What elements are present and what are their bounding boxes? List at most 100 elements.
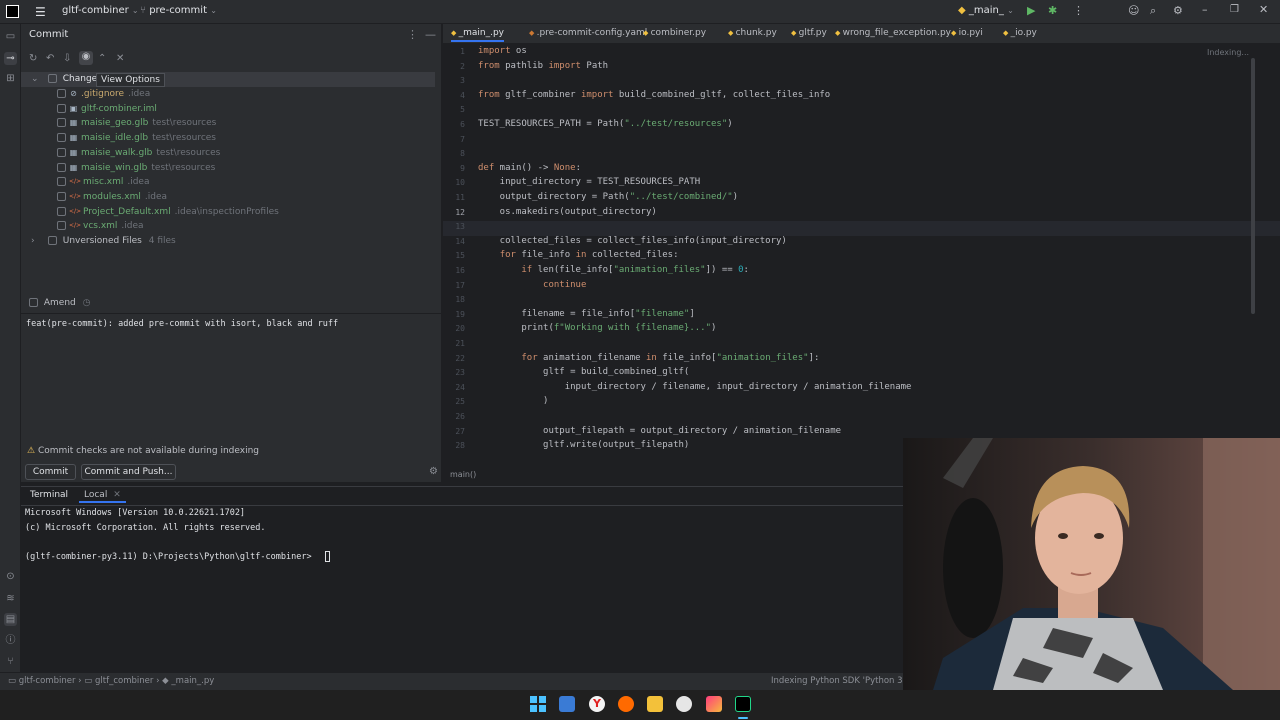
file-checkbox[interactable] (57, 191, 66, 201)
commit-options-gear-icon[interactable]: ⚙ (429, 466, 438, 477)
more-actions-icon[interactable]: ⋮ (1073, 4, 1084, 17)
changed-file-row[interactable]: ▣ gltf-combiner.iml (57, 102, 161, 117)
editor-scrollbar[interactable] (1251, 58, 1255, 314)
close-icon[interactable]: ✕ (113, 490, 121, 500)
file-explorer-icon[interactable] (647, 696, 663, 712)
file-checkbox[interactable] (57, 133, 66, 143)
line-number: 7 (460, 134, 465, 144)
crumb-file[interactable]: _main_.py (171, 676, 214, 686)
file-name: maisie_geo.glb (81, 118, 149, 129)
terminal-output[interactable]: Microsoft Windows [Version 10.0.22621.17… (25, 508, 895, 566)
settings-icon[interactable]: ⚙ (1173, 4, 1183, 17)
desktop-icon[interactable] (559, 696, 575, 712)
commit-message-input[interactable]: feat(pre-commit): added pre-commit with … (26, 319, 434, 439)
editor-tab[interactable]: ◆ combiner.py (643, 28, 706, 38)
amend-checkbox[interactable] (29, 298, 38, 307)
view-options-icon[interactable]: ◉ (79, 51, 93, 65)
file-directory: .idea (121, 221, 144, 232)
file-checkbox[interactable] (57, 118, 66, 128)
history-icon[interactable]: ◷ (83, 298, 91, 308)
rollback-icon[interactable]: ↶ (46, 53, 54, 64)
jetbrains-toolbox-icon[interactable] (706, 696, 722, 712)
file-checkbox[interactable] (57, 103, 66, 113)
file-checkbox[interactable] (57, 147, 66, 157)
changed-file-row[interactable]: </> Project_Default.xml .idea\inspectionPr… (57, 205, 279, 220)
changed-file-row[interactable]: ▦ maisie_win.glb test\resources (57, 161, 215, 176)
maximize-icon[interactable]: ❐ (1230, 4, 1239, 15)
changed-file-row[interactable]: ▦ maisie_idle.glb test\resources (57, 131, 216, 146)
commit-and-push-button[interactable]: Commit and Push... (81, 464, 176, 480)
changed-file-row[interactable]: </> modules.xml .idea (57, 190, 167, 205)
changes-group-row[interactable]: ⌄ Changes (21, 72, 435, 87)
project-tool-icon[interactable]: ▭ (4, 30, 17, 43)
hide-panel-icon[interactable]: — (425, 28, 436, 41)
file-directory: test\resources (151, 162, 216, 173)
file-checkbox[interactable] (57, 162, 66, 172)
refresh-icon[interactable]: ↻ (29, 53, 37, 64)
editor-tab[interactable]: ◆ io.pyi (951, 28, 983, 38)
services-tool-icon[interactable]: ⊙ (4, 570, 17, 583)
changed-file-row[interactable]: </> vcs.xml .idea (57, 219, 144, 234)
problems-tool-icon[interactable]: ⓘ (4, 634, 17, 647)
account-icon[interactable]: ☺ (1128, 4, 1139, 17)
minimize-icon[interactable]: – (1202, 3, 1208, 16)
media-icon[interactable] (618, 696, 634, 712)
editor-tab[interactable]: ◆ wrong_file_exception.py (835, 28, 951, 38)
changed-file-row[interactable]: ▦ maisie_geo.glb test\resources (57, 116, 216, 131)
indexing-status[interactable]: Indexing Python SDK 'Python 3.11 ( (771, 676, 922, 686)
options-icon[interactable]: ⋮ (407, 28, 418, 41)
search-icon[interactable]: ⌕ (1150, 4, 1156, 18)
unversioned-group-row[interactable]: › Unversioned Files 4 files (21, 234, 176, 249)
app-logo-icon[interactable] (6, 5, 19, 18)
collapse-all-icon[interactable]: ✕ (116, 53, 124, 64)
editor-tab[interactable]: ◆ _io.py (1003, 28, 1037, 38)
commit-tool-icon[interactable]: ⊸ (4, 52, 17, 65)
run-config-selector[interactable]: ◆ _main_ ⌄ (958, 5, 1014, 16)
code-editor[interactable]: Indexing... 1 import os 2 from pathlib impo… (443, 44, 1280, 482)
code-line: input_directory = TEST_RESOURCES_PATH (478, 177, 701, 188)
github-icon[interactable] (676, 696, 692, 712)
changed-file-row[interactable]: </> misc.xml .idea (57, 175, 150, 190)
file-checkbox[interactable] (57, 89, 66, 98)
tab-local[interactable]: Local ✕ (79, 488, 126, 503)
code-breadcrumb[interactable]: main() (450, 470, 476, 479)
file-checkbox[interactable] (57, 221, 66, 231)
main-menu-icon[interactable]: ☰ (35, 5, 46, 19)
file-type-icon: ◆ (643, 29, 651, 37)
editor-tab[interactable]: ◆ chunk.py (728, 28, 777, 38)
crumb-package[interactable]: gltf_combiner (95, 676, 153, 686)
code-line: print(f"Working with {filename}...") (478, 323, 717, 334)
amend-row[interactable]: Amend ◷ (29, 298, 91, 308)
branch-selector[interactable]: ⑂ pre-commit ⌄ (140, 5, 217, 16)
yandex-browser-icon[interactable]: Y (589, 696, 605, 712)
tab-terminal[interactable]: Terminal (30, 490, 68, 500)
file-checkbox[interactable] (57, 177, 66, 187)
changed-file-row[interactable]: ▦ maisie_walk.glb test\resources (57, 146, 220, 161)
pycharm-taskbar-icon[interactable] (735, 696, 751, 712)
amend-label: Amend (43, 298, 76, 308)
code-line: for animation_filename in file_info["ani… (521, 352, 820, 363)
crumb-project[interactable]: gltf-combiner (19, 676, 76, 686)
structure-tool-icon[interactable]: ⊞ (4, 72, 17, 85)
commit-button[interactable]: Commit (25, 464, 76, 480)
status-breadcrumb[interactable]: ▭ gltf-combiner › ▭ gltf_combiner › ◆ _m… (8, 676, 214, 686)
run-icon[interactable]: ▶ (1027, 4, 1035, 17)
editor-tab[interactable]: ◆ .pre-commit-config.yaml (529, 28, 647, 38)
editor-tab[interactable]: ◆ gltf.py (791, 28, 827, 38)
unversioned-checkbox[interactable] (47, 236, 57, 245)
file-checkbox[interactable] (57, 206, 66, 216)
packages-tool-icon[interactable]: ≋ (4, 592, 17, 605)
terminal-tool-icon[interactable]: ▤ (4, 613, 17, 626)
changed-file-row[interactable]: ⊘ .gitignore .idea (57, 87, 150, 102)
project-selector[interactable]: gltf-combiner ⌄ (62, 5, 139, 16)
tab-label: wrong_file_exception.py (842, 28, 951, 38)
debug-icon[interactable]: ✱ (1048, 4, 1057, 17)
changes-checkbox[interactable] (47, 74, 57, 83)
git-tool-icon[interactable]: ⑂ (4, 655, 17, 668)
windows-start-icon[interactable] (530, 696, 546, 712)
editor-tab[interactable]: ◆ _main_.py (451, 28, 504, 42)
close-icon[interactable]: ✕ (1259, 3, 1268, 16)
shelve-icon[interactable]: ⇩ (63, 53, 71, 64)
expand-all-icon[interactable]: ⌃ (98, 53, 106, 64)
ignore-icon: ⊘ (70, 89, 77, 98)
